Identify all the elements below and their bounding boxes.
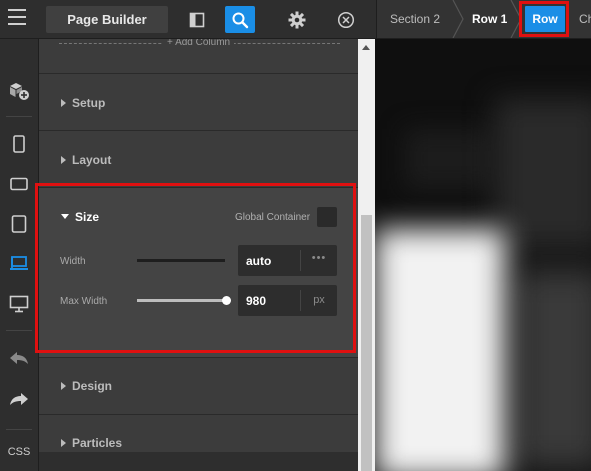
tablet-landscape-icon[interactable] [7,172,31,196]
panel-footer [39,452,358,471]
undo-icon[interactable] [7,346,31,370]
expand-triangle-icon [61,155,66,164]
redo-icon[interactable] [7,387,31,411]
section-design-title: Design [72,379,113,393]
phone-device-icon[interactable] [7,132,31,156]
panel-scrollbar[interactable] [358,39,375,471]
gear-icon[interactable] [282,6,312,33]
close-circle-icon[interactable] [331,6,361,33]
css-button[interactable]: CSS [0,446,38,458]
page-builder-button[interactable]: Page Builder [46,6,168,33]
breadcrumb-row-active[interactable]: Row [525,6,565,32]
left-sidebar: CSS [0,39,39,471]
expand-triangle-icon [61,438,66,447]
section-layout[interactable]: Layout [39,130,358,187]
scrollbar-thumb[interactable] [361,215,372,471]
breadcrumb-row-1[interactable]: Row 1 [472,0,507,38]
breadcrumb-separator-icon [452,0,464,38]
section-setup-title: Setup [72,96,106,110]
add-column-link[interactable]: + Add Column [39,39,358,49]
breadcrumb-section-2[interactable]: Section 2 [390,0,440,38]
top-toolbar: Page Builder Section 2 Row 1 Ch Row [0,0,591,39]
section-layout-title: Layout [72,153,112,167]
panel-layout-icon[interactable] [182,6,212,33]
breadcrumb-child[interactable]: Ch [579,0,591,38]
section-design[interactable]: Design [39,357,358,414]
expand-triangle-icon [61,381,66,390]
add-column-label: + Add Column [163,39,235,48]
desktop-icon[interactable] [7,292,31,316]
tablet-portrait-icon[interactable] [7,212,31,236]
scroll-up-arrow-icon[interactable] [362,45,370,50]
section-setup[interactable]: Setup [39,73,358,130]
expand-triangle-icon [61,98,66,107]
laptop-icon[interactable] [7,251,31,275]
size-section-highlight-box [35,183,356,353]
hamburger-icon[interactable] [8,9,26,25]
search-icon[interactable] [225,6,255,33]
page-preview[interactable] [375,39,591,471]
add-module-icon[interactable] [7,79,31,103]
section-particles-title: Particles [72,436,123,450]
